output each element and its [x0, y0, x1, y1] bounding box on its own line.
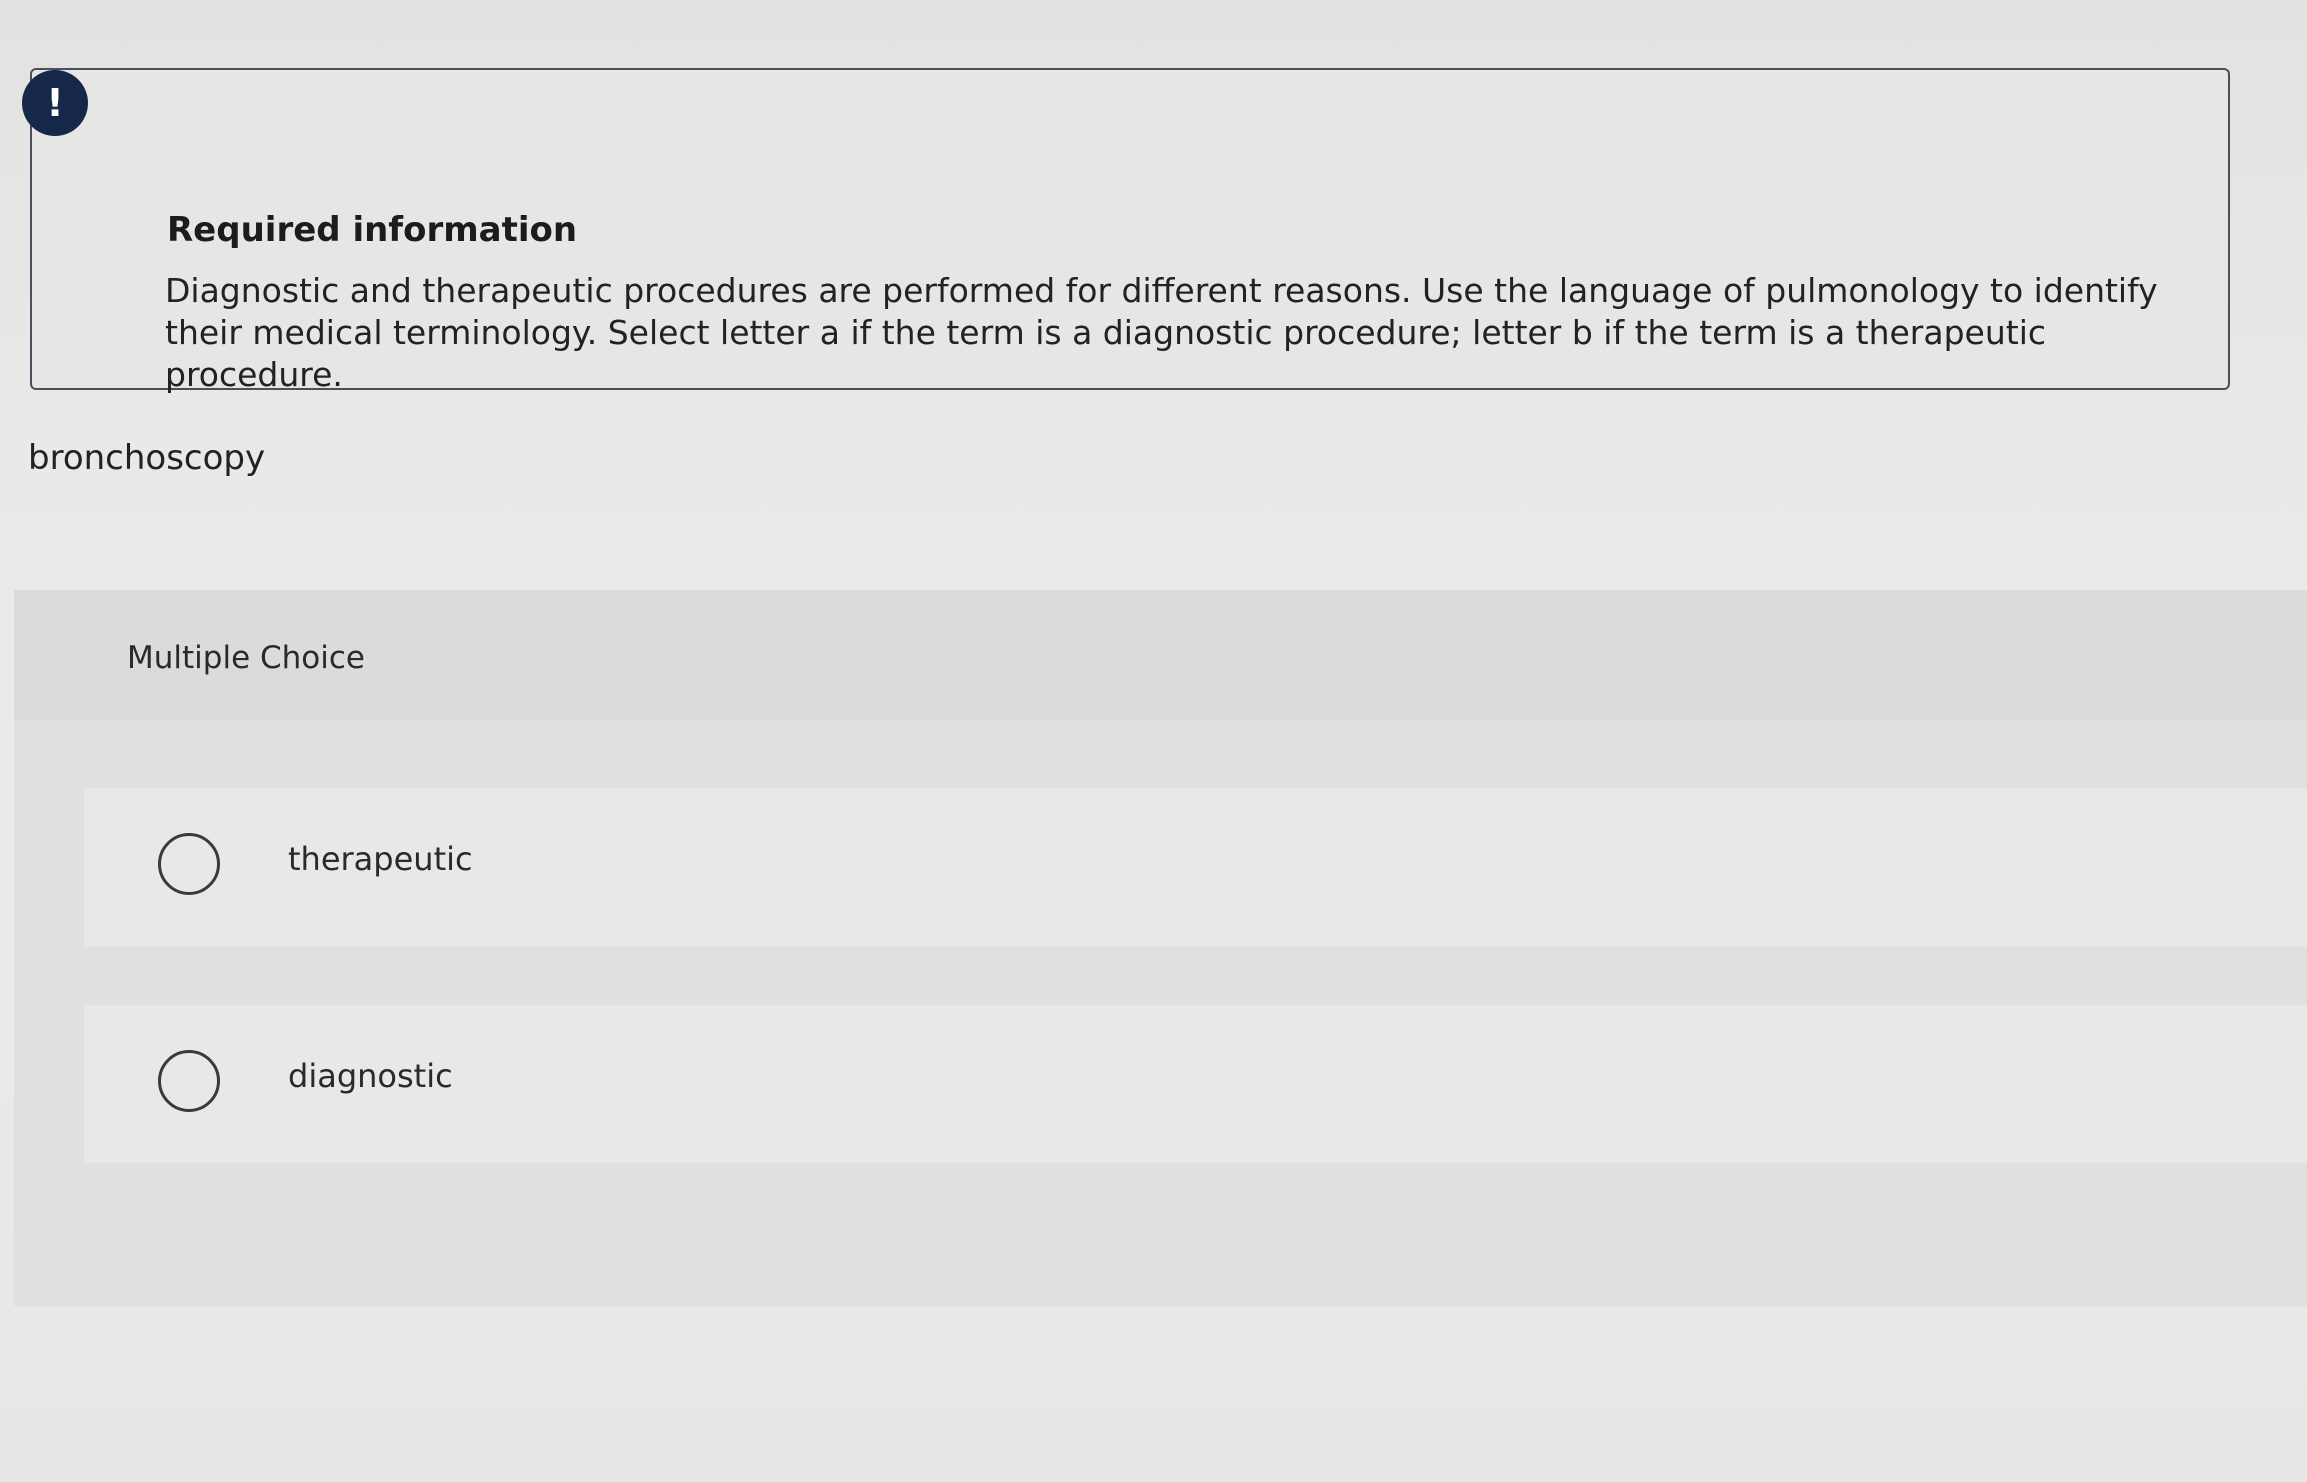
option-therapeutic[interactable]: therapeutic: [84, 788, 2307, 946]
multiple-choice-panel: Multiple Choice therapeutic diagnostic: [14, 590, 2307, 1306]
option-label-diagnostic: diagnostic: [288, 1057, 453, 1095]
radio-button-therapeutic[interactable]: [158, 833, 220, 895]
multiple-choice-header: Multiple Choice: [14, 590, 2307, 720]
option-label-therapeutic: therapeutic: [288, 840, 473, 878]
option-diagnostic[interactable]: diagnostic: [84, 1005, 2307, 1163]
exclamation-icon: !: [22, 70, 88, 136]
required-information-notice: Required information Diagnostic and ther…: [30, 68, 2230, 394]
notice-title: Required information: [167, 210, 578, 250]
notice-body: Diagnostic and therapeutic procedures ar…: [165, 271, 2158, 394]
radio-button-diagnostic[interactable]: [158, 1050, 220, 1112]
multiple-choice-label: Multiple Choice: [127, 640, 365, 676]
question-term: bronchoscopy: [28, 438, 266, 478]
